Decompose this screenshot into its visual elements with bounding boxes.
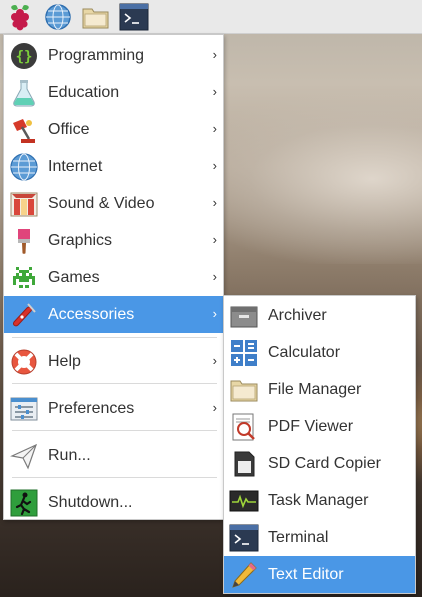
menu-divider <box>12 430 217 431</box>
web-browser-icon <box>44 3 72 31</box>
calculator-icon <box>228 337 260 369</box>
menu-item-label: Accessories <box>48 305 135 323</box>
menu-item-games[interactable]: Games › <box>4 259 223 296</box>
menu-item-label: Help <box>48 352 81 370</box>
menu-item-label: Education <box>48 83 120 101</box>
pdf-viewer-icon <box>228 411 260 443</box>
submenu-item-calculator[interactable]: Calculator <box>224 334 415 371</box>
applications-menu-button[interactable] <box>4 2 36 32</box>
chevron-right-icon: › <box>212 47 217 62</box>
web-browser-button[interactable] <box>42 2 74 32</box>
menu-item-label: Shutdown... <box>48 493 133 511</box>
chevron-right-icon: › <box>212 158 217 173</box>
menu-item-label: Programming <box>48 46 145 64</box>
submenu-item-label: SD Card Copier <box>268 454 381 472</box>
chevron-right-icon: › <box>212 353 217 368</box>
menu-item-label: Preferences <box>48 399 135 417</box>
text-editor-icon <box>228 559 260 591</box>
menu-item-internet[interactable]: Internet › <box>4 148 223 185</box>
games-icon <box>8 262 40 294</box>
sound-video-icon <box>8 188 40 220</box>
graphics-icon <box>8 225 40 257</box>
submenu-item-sd-card-copier[interactable]: SD Card Copier <box>224 445 415 482</box>
chevron-right-icon: › <box>212 121 217 136</box>
taskbar <box>0 0 422 34</box>
task-manager-icon <box>228 485 260 517</box>
raspberry-pi-logo-icon <box>7 3 33 31</box>
archiver-icon <box>228 300 260 332</box>
run-icon <box>8 440 40 472</box>
terminal-icon <box>228 522 260 554</box>
chevron-right-icon: › <box>212 269 217 284</box>
menu-item-label: Graphics <box>48 231 113 249</box>
terminal-icon <box>119 3 149 31</box>
menu-divider <box>12 477 217 478</box>
programming-icon: {} <box>8 40 40 72</box>
file-manager-icon <box>228 374 260 406</box>
accessories-icon <box>8 299 40 331</box>
chevron-right-icon: › <box>212 232 217 247</box>
help-icon <box>8 346 40 378</box>
menu-item-programming[interactable]: {} Programming › <box>4 37 223 74</box>
menu-item-sound-video[interactable]: Sound & Video › <box>4 185 223 222</box>
submenu-item-text-editor[interactable]: Text Editor <box>224 556 415 593</box>
submenu-item-label: Calculator <box>268 343 341 361</box>
menu-item-label: Office <box>48 120 90 138</box>
chevron-right-icon: › <box>212 195 217 210</box>
education-icon <box>8 77 40 109</box>
sd-card-copier-icon <box>228 448 260 480</box>
file-manager-button[interactable] <box>80 2 112 32</box>
submenu-item-archiver[interactable]: Archiver <box>224 297 415 334</box>
chevron-right-icon: › <box>212 84 217 99</box>
menu-item-label: Games <box>48 268 100 286</box>
internet-icon <box>8 151 40 183</box>
menu-item-help[interactable]: Help › <box>4 343 223 380</box>
menu-item-graphics[interactable]: Graphics › <box>4 222 223 259</box>
submenu-item-label: Task Manager <box>268 491 369 509</box>
menu-item-preferences[interactable]: Preferences › <box>4 390 223 427</box>
terminal-button[interactable] <box>118 2 150 32</box>
menu-item-run[interactable]: Run... <box>4 437 223 474</box>
submenu-item-label: Archiver <box>268 306 327 324</box>
menu-item-label: Sound & Video <box>48 194 155 212</box>
shutdown-icon <box>8 487 40 519</box>
accessories-submenu: Archiver Calculator File Manager PDF Vie… <box>223 295 416 594</box>
submenu-item-pdf-viewer[interactable]: PDF Viewer <box>224 408 415 445</box>
submenu-item-terminal[interactable]: Terminal <box>224 519 415 556</box>
submenu-item-label: PDF Viewer <box>268 417 354 435</box>
submenu-item-task-manager[interactable]: Task Manager <box>224 482 415 519</box>
menu-item-label: Internet <box>48 157 103 175</box>
chevron-right-icon: › <box>212 400 217 415</box>
menu-item-accessories[interactable]: Accessories › <box>4 296 223 333</box>
menu-divider <box>12 337 217 338</box>
svg-text:{}: {} <box>16 49 33 65</box>
chevron-right-icon: › <box>212 306 217 321</box>
submenu-item-file-manager[interactable]: File Manager <box>224 371 415 408</box>
submenu-item-label: Text Editor <box>268 565 344 583</box>
office-icon <box>8 114 40 146</box>
menu-item-shutdown[interactable]: Shutdown... <box>4 484 223 521</box>
preferences-icon <box>8 393 40 425</box>
menu-item-education[interactable]: Education › <box>4 74 223 111</box>
applications-menu: {} Programming › Education › Office › In… <box>3 34 224 520</box>
menu-item-office[interactable]: Office › <box>4 111 223 148</box>
submenu-item-label: File Manager <box>268 380 362 398</box>
file-manager-icon <box>81 4 111 30</box>
menu-item-label: Run... <box>48 446 91 464</box>
submenu-item-label: Terminal <box>268 528 329 546</box>
menu-divider <box>12 383 217 384</box>
